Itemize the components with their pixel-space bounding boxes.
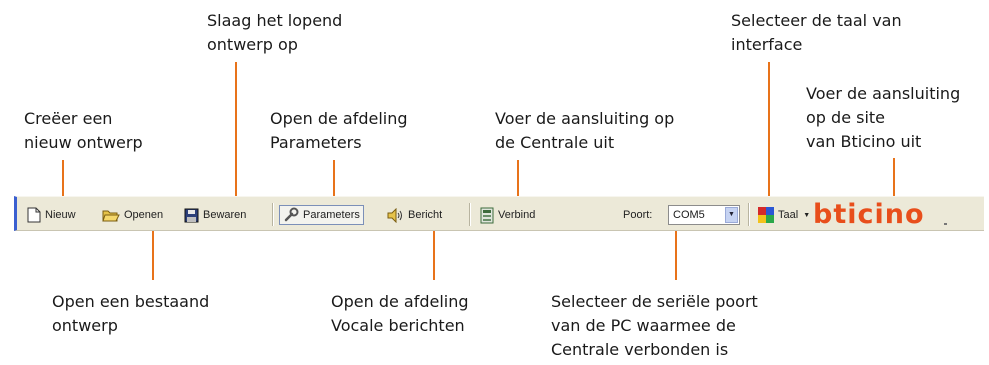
callout-line-bericht xyxy=(433,231,435,280)
connect-device-icon xyxy=(480,207,494,223)
callout-line-taal xyxy=(768,62,770,198)
message-button[interactable]: Bericht xyxy=(387,205,442,225)
callout-nieuw: Creëer een nieuw ontwerp xyxy=(24,109,143,152)
toolbar-separator xyxy=(748,203,750,226)
callout-bericht: Open de afdeling Vocale berichten xyxy=(331,292,469,335)
dropdown-arrow-icon: ▼ xyxy=(803,211,811,219)
callout-line-nieuw xyxy=(62,160,64,198)
save-button[interactable]: Bewaren xyxy=(184,205,246,225)
new-document-icon xyxy=(27,207,41,223)
port-label: Poort: xyxy=(623,209,653,221)
new-button-label: Nieuw xyxy=(45,209,76,221)
language-flags-icon xyxy=(758,207,774,223)
speaker-icon xyxy=(387,207,402,223)
save-disk-icon xyxy=(184,208,199,222)
chevron-down-icon[interactable]: ▼ xyxy=(725,207,738,223)
port-select-value: COM5 xyxy=(673,209,705,221)
callout-line-bewaren xyxy=(235,62,237,198)
toolbar-separator xyxy=(272,203,274,226)
port-select[interactable]: COM5 ▼ xyxy=(668,205,740,225)
language-menu-button[interactable]: Taal ▼ xyxy=(758,205,810,225)
application-toolbar: Nieuw Openen Bewaren Parameters Bericht xyxy=(14,196,984,231)
language-menu-label: Taal xyxy=(778,209,799,221)
open-folder-icon xyxy=(102,210,120,222)
callout-poort: Selecteer de seriële poort van de PC waa… xyxy=(551,292,758,359)
wrench-icon xyxy=(284,207,299,222)
callout-line-openen xyxy=(152,231,154,280)
new-button[interactable]: Nieuw xyxy=(27,205,76,225)
callout-line-site xyxy=(893,158,895,198)
message-button-label: Bericht xyxy=(408,209,443,221)
callout-line-poort xyxy=(675,231,677,280)
open-button-label: Openen xyxy=(124,209,164,221)
logo-dot xyxy=(944,223,947,225)
callout-line-verbind xyxy=(517,160,519,198)
callout-openen: Open een bestaand ontwerp xyxy=(52,292,210,335)
parameters-button-label: Parameters xyxy=(303,209,360,221)
callout-verbind: Voer de aansluiting op de Centrale uit xyxy=(495,109,675,152)
callout-site: Voer de aansluiting op de site van Btici… xyxy=(806,84,961,151)
callout-parameters: Open de afdeling Parameters xyxy=(270,109,408,152)
callout-taal: Selecteer de taal van interface xyxy=(731,11,902,54)
callout-line-parameters xyxy=(333,160,335,198)
toolbar-separator xyxy=(469,203,471,226)
save-button-label: Bewaren xyxy=(203,209,247,221)
connect-button-label: Verbind xyxy=(498,209,536,221)
bticino-logo[interactable]: bticino xyxy=(813,199,925,230)
callout-bewaren: Slaag het lopend ontwerp op xyxy=(207,11,343,54)
parameters-button[interactable]: Parameters xyxy=(279,205,364,225)
connect-button[interactable]: Verbind xyxy=(480,205,535,225)
open-button[interactable]: Openen xyxy=(102,205,163,225)
